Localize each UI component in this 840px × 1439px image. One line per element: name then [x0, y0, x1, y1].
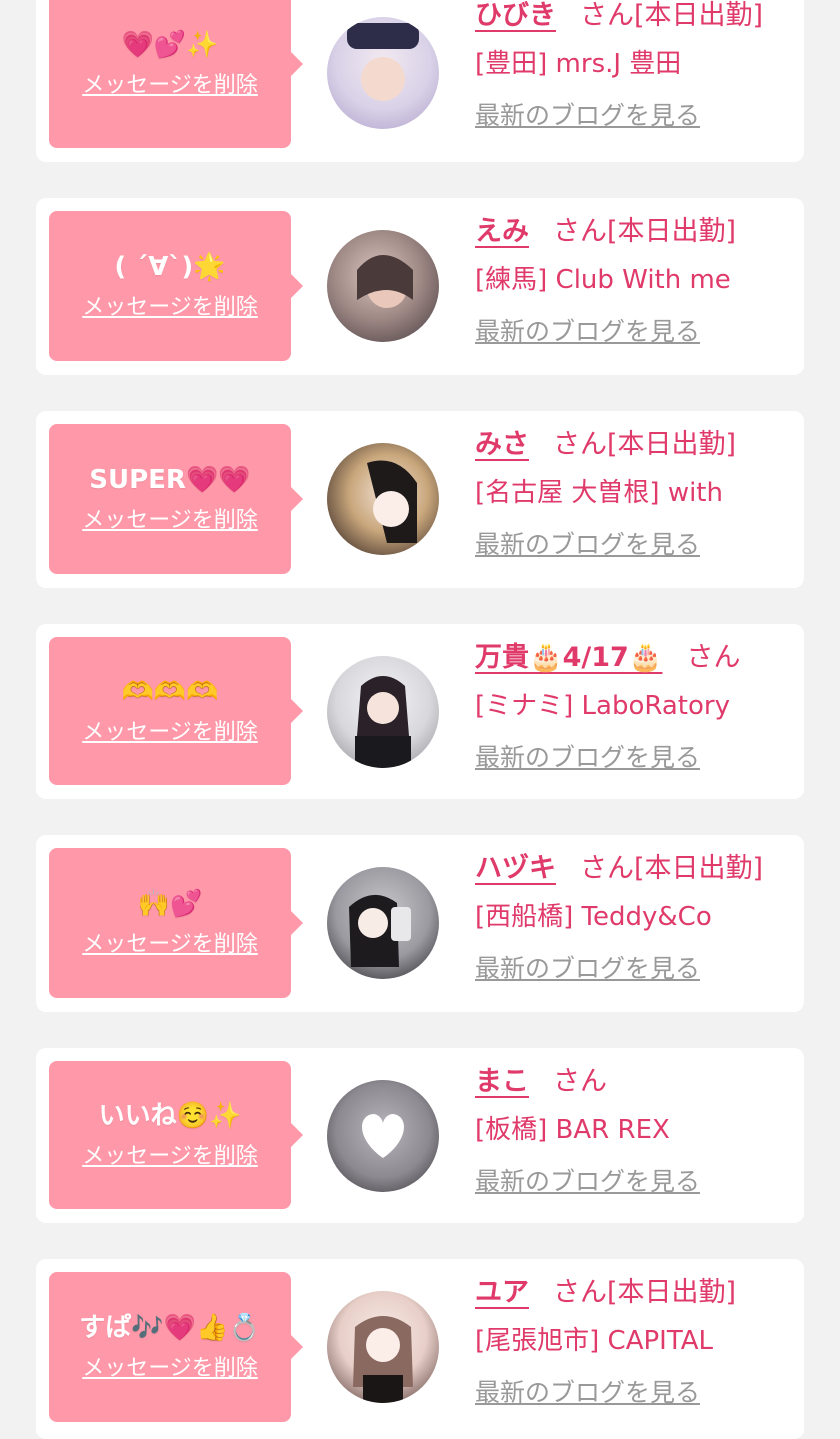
- avatar[interactable]: [327, 17, 439, 129]
- card-info: 万貴🎂4/17🎂 さん [ミナミ] LaboRatory 最新のブログを見る: [475, 640, 794, 774]
- status-badge: [本日出勤]: [607, 1277, 737, 1308]
- shop-name: [練馬] Club With me: [475, 265, 731, 295]
- shop-name: [名古屋 大曽根] with: [475, 478, 723, 508]
- shop-name: [豊田] mrs.J 豊田: [475, 49, 682, 79]
- girl-name-link[interactable]: えみ: [475, 216, 529, 247]
- latest-blog-link[interactable]: 最新のブログを見る: [475, 100, 700, 132]
- message-bubble: 🙌💕 メッセージを削除: [49, 848, 303, 998]
- delete-message-link[interactable]: メッセージを削除: [82, 507, 258, 535]
- message-bubble: すぱ🎶💗👍💍 メッセージを削除: [49, 1272, 303, 1422]
- delete-message-link[interactable]: メッセージを削除: [82, 72, 258, 100]
- latest-blog-link[interactable]: 最新のブログを見る: [475, 953, 700, 985]
- message-bubble: ( ´∀`)🌟 メッセージを削除: [49, 211, 303, 361]
- card-info: まこ さん [板橋] BAR REX 最新のブログを見る: [475, 1064, 794, 1198]
- card-info: ハヅキ さん[本日出勤] [西船橋] Teddy&Co 最新のブログを見る: [475, 851, 794, 985]
- status-badge: [本日出勤]: [607, 216, 737, 247]
- message-card: いいね☺️✨ メッセージを削除 まこ さん [板橋] BAR REX 最新のブログ…: [36, 1048, 804, 1223]
- honorific: さん: [686, 642, 741, 673]
- latest-blog-link[interactable]: 最新のブログを見る: [475, 1166, 700, 1198]
- latest-blog-link[interactable]: 最新のブログを見る: [475, 742, 700, 774]
- delete-message-link[interactable]: メッセージを削除: [82, 294, 258, 322]
- honorific: さん: [580, 0, 634, 31]
- avatar[interactable]: [327, 1291, 439, 1403]
- message-text: いいね☺️✨: [98, 1101, 242, 1131]
- honorific: さん: [553, 1277, 607, 1308]
- message-text: SUPER💗💗: [89, 465, 251, 495]
- honorific: さん: [553, 216, 607, 247]
- message-bubble: いいね☺️✨ メッセージを削除: [49, 1061, 303, 1209]
- avatar[interactable]: [327, 230, 439, 342]
- girl-name-link[interactable]: 万貴🎂4/17🎂: [475, 642, 662, 673]
- avatar[interactable]: [327, 1080, 439, 1192]
- delete-message-link[interactable]: メッセージを削除: [82, 931, 258, 959]
- card-info: みさ さん[本日出勤] [名古屋 大曽根] with 最新のブログを見る: [475, 427, 794, 561]
- latest-blog-link[interactable]: 最新のブログを見る: [475, 316, 700, 348]
- card-info: えみ さん[本日出勤] [練馬] Club With me 最新のブログを見る: [475, 214, 794, 348]
- card-info: ひびき さん[本日出勤] [豊田] mrs.J 豊田 最新のブログを見る: [475, 0, 794, 132]
- status-badge: [本日出勤]: [634, 0, 764, 31]
- message-bubble: 🫶🫶🫶 メッセージを削除: [49, 637, 303, 785]
- message-text: 🫶🫶🫶: [121, 677, 219, 707]
- message-card: 💗💕✨ メッセージを削除 ひびき さん[本日出勤] [豊田] mrs.J 豊田 最…: [36, 0, 804, 162]
- delete-message-link[interactable]: メッセージを削除: [82, 1355, 258, 1383]
- honorific: さん: [553, 1066, 607, 1097]
- girl-name-link[interactable]: ハヅキ: [475, 853, 556, 884]
- avatar[interactable]: [327, 867, 439, 979]
- message-text: 🙌💕: [137, 889, 203, 919]
- avatar[interactable]: [327, 656, 439, 768]
- status-badge: [本日出勤]: [607, 429, 737, 460]
- message-card: すぱ🎶💗👍💍 メッセージを削除 ユア さん[本日出勤] [尾張旭市] CAPITA…: [36, 1259, 804, 1439]
- girl-name-link[interactable]: まこ: [475, 1066, 529, 1097]
- message-card: ( ´∀`)🌟 メッセージを削除 えみ さん[本日出勤] [練馬] Club Wi…: [36, 198, 804, 375]
- girl-name-link[interactable]: ひびき: [475, 0, 556, 31]
- latest-blog-link[interactable]: 最新のブログを見る: [475, 529, 700, 561]
- message-text: 💗💕✨: [121, 30, 219, 60]
- shop-name: [板橋] BAR REX: [475, 1115, 670, 1145]
- delete-message-link[interactable]: メッセージを削除: [82, 719, 258, 747]
- message-bubble: 💗💕✨ メッセージを削除: [49, 0, 303, 148]
- shop-name: [西船橋] Teddy&Co: [475, 902, 712, 932]
- girl-name-link[interactable]: ユア: [475, 1277, 529, 1308]
- message-bubble: SUPER💗💗 メッセージを削除: [49, 424, 303, 574]
- delete-message-link[interactable]: メッセージを削除: [82, 1143, 258, 1171]
- message-card: 🫶🫶🫶 メッセージを削除 万貴🎂4/17🎂 さん [ミナミ] LaboRatory…: [36, 624, 804, 799]
- girl-name-link[interactable]: みさ: [475, 429, 529, 460]
- avatar[interactable]: [327, 443, 439, 555]
- card-info: ユア さん[本日出勤] [尾張旭市] CAPITAL 最新のブログを見る: [475, 1275, 794, 1409]
- message-card: SUPER💗💗 メッセージを削除 みさ さん[本日出勤] [名古屋 大曽根] wi…: [36, 411, 804, 588]
- honorific: さん: [553, 429, 607, 460]
- status-badge: [本日出勤]: [634, 853, 764, 884]
- shop-name: [ミナミ] LaboRatory: [475, 691, 730, 721]
- message-text: ( ´∀`)🌟: [114, 252, 226, 282]
- honorific: さん: [580, 853, 634, 884]
- message-card: 🙌💕 メッセージを削除 ハヅキ さん[本日出勤] [西船橋] Teddy&Co 最…: [36, 835, 804, 1012]
- message-text: すぱ🎶💗👍💍: [79, 1313, 261, 1343]
- shop-name: [尾張旭市] CAPITAL: [475, 1326, 713, 1356]
- latest-blog-link[interactable]: 最新のブログを見る: [475, 1377, 700, 1409]
